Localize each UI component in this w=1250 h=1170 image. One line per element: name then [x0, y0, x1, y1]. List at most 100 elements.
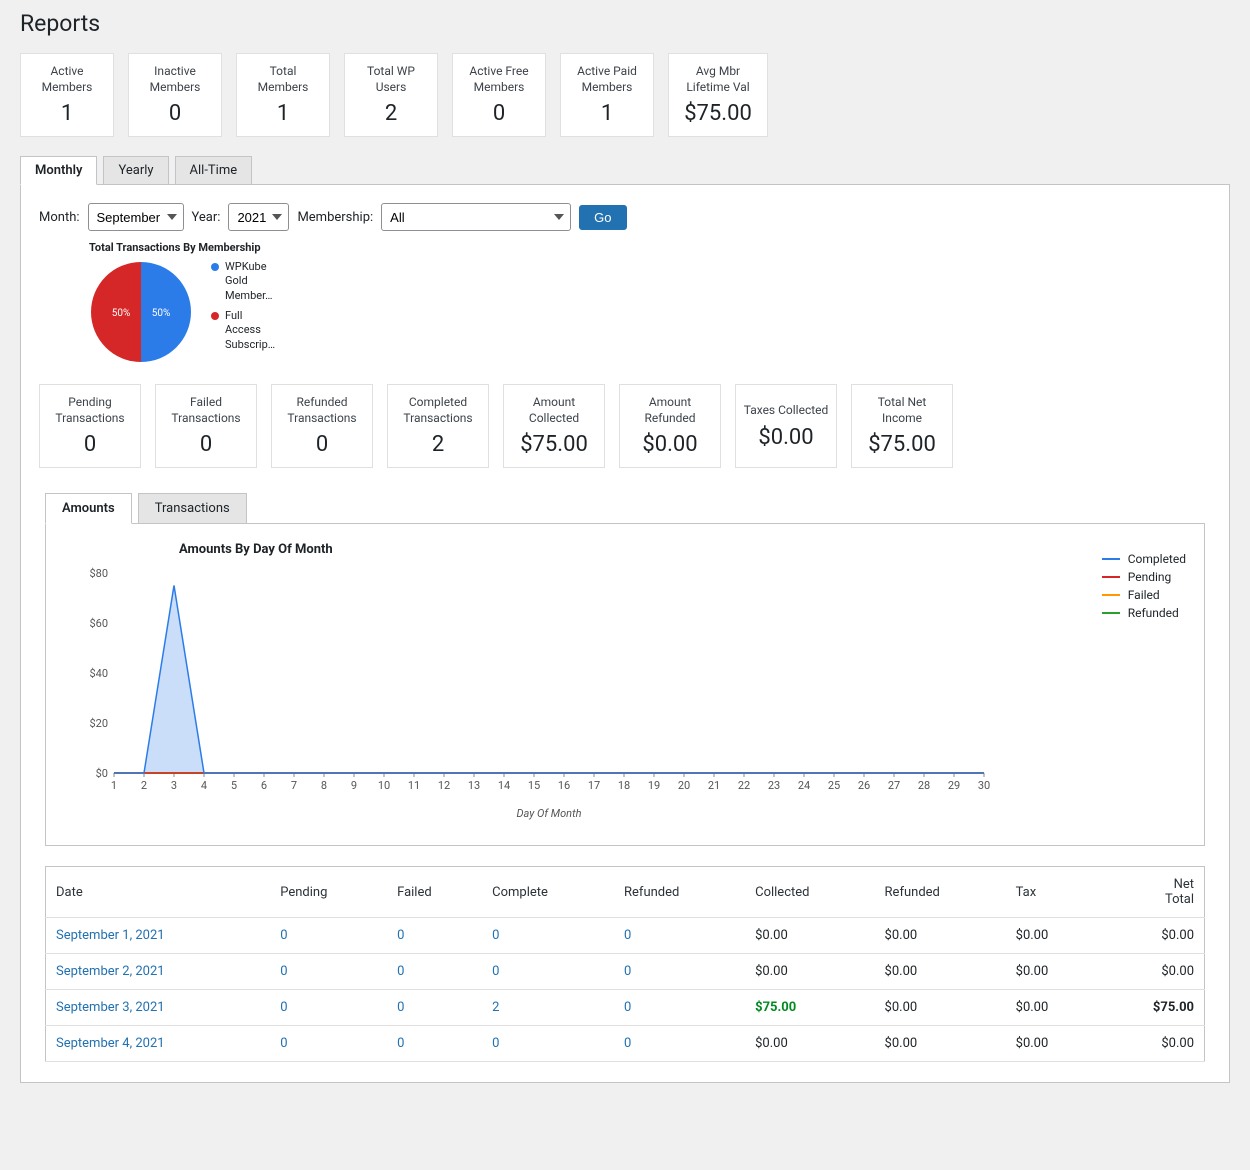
cell-net: $0.00 [1097, 918, 1204, 954]
table-row: September 2, 20210000$0.00$0.00$0.00$0.0… [46, 954, 1205, 990]
svg-text:30: 30 [978, 779, 990, 792]
table-header: Date [46, 867, 271, 918]
svg-text:14: 14 [498, 779, 510, 792]
svg-text:26: 26 [858, 779, 870, 792]
cell-collected: $0.00 [745, 1026, 874, 1062]
table-header: Failed [387, 867, 482, 918]
svg-text:1: 1 [111, 779, 117, 792]
svg-text:22: 22 [738, 779, 750, 792]
top-stats-row: Active Members 1 Inactive Members0Total Me… [20, 53, 1230, 137]
table-row: September 4, 20210000$0.00$0.00$0.00$0.0… [46, 1026, 1205, 1062]
table-row: September 1, 20210000$0.00$0.00$0.00$0.0… [46, 918, 1205, 954]
svg-text:$20: $20 [89, 717, 108, 730]
cell-collected: $0.00 [745, 954, 874, 990]
stat-card: Taxes Collected$0.00 [735, 384, 837, 468]
cell-tax: $0.00 [1006, 918, 1098, 954]
stat-label: Total WP Users [351, 64, 431, 95]
svg-text:7: 7 [291, 779, 297, 792]
legend-label: Pending [1128, 570, 1172, 584]
tab-monthly[interactable]: Monthly [20, 156, 97, 185]
table-header-row: DatePendingFailedCompleteRefundedCollect… [46, 867, 1205, 918]
svg-text:50%: 50% [152, 308, 171, 319]
year-select[interactable]: 2021 [228, 203, 289, 231]
legend-line-icon [1102, 558, 1120, 560]
svg-text:20: 20 [678, 779, 690, 792]
cell-pending[interactable]: 0 [270, 954, 387, 990]
stat-label: Refunded Transactions [278, 395, 366, 426]
svg-text:18: 18 [618, 779, 630, 792]
line-chart-title: Amounts By Day Of Month [179, 542, 1186, 557]
table-header: Complete [482, 867, 614, 918]
cell-date[interactable]: September 4, 2021 [46, 1026, 271, 1062]
svg-text:15: 15 [528, 779, 540, 792]
table-header: Tax [1006, 867, 1098, 918]
stat-card: Active Members 1 [20, 53, 114, 137]
stat-value: 1 [27, 101, 107, 126]
cell-complete[interactable]: 0 [482, 1026, 614, 1062]
cell-refunded-n[interactable]: 0 [614, 1026, 745, 1062]
stat-card: Inactive Members0 [128, 53, 222, 137]
legend-item: Failed [1102, 588, 1186, 602]
cell-net: $0.00 [1097, 1026, 1204, 1062]
svg-text:24: 24 [798, 779, 810, 792]
svg-text:$40: $40 [89, 667, 108, 680]
cell-failed[interactable]: 0 [387, 954, 482, 990]
cell-refunded-a: $0.00 [875, 954, 1006, 990]
cell-date[interactable]: September 3, 2021 [46, 990, 271, 1026]
legend-item: WPKubeGoldMember… [211, 260, 275, 303]
subtab-transactions[interactable]: Transactions [138, 493, 247, 524]
cell-refunded-n[interactable]: 0 [614, 918, 745, 954]
month-select[interactable]: September [88, 203, 184, 231]
cell-failed[interactable]: 0 [387, 990, 482, 1026]
stat-value: 0 [162, 432, 250, 457]
cell-complete[interactable]: 0 [482, 954, 614, 990]
cell-refunded-n[interactable]: 0 [614, 954, 745, 990]
legend-line-icon [1102, 594, 1120, 596]
tab-alltime[interactable]: All-Time [175, 156, 253, 185]
svg-text:10: 10 [378, 779, 390, 792]
stat-value: 0 [459, 101, 539, 126]
svg-text:Day Of Month: Day Of Month [517, 807, 582, 820]
cell-complete[interactable]: 0 [482, 918, 614, 954]
stat-value: 1 [243, 101, 323, 126]
svg-text:6: 6 [261, 779, 267, 792]
svg-text:19: 19 [648, 779, 660, 792]
go-button[interactable]: Go [579, 205, 626, 230]
stat-card: Total Members1 [236, 53, 330, 137]
svg-text:$60: $60 [89, 617, 108, 630]
stat-label: Active Members [27, 64, 107, 95]
monthly-panel: Month: September Year: 2021 Membership: … [20, 184, 1230, 1083]
cell-refunded-a: $0.00 [875, 1026, 1006, 1062]
cell-net: $0.00 [1097, 954, 1204, 990]
year-label: Year: [192, 210, 221, 225]
stat-label: Avg Mbr Lifetime Val [675, 64, 761, 95]
svg-text:5: 5 [231, 779, 237, 792]
svg-text:4: 4 [201, 779, 207, 792]
membership-select[interactable]: All [381, 203, 571, 231]
legend-label: FullAccessSubscrip… [225, 309, 275, 352]
cell-pending[interactable]: 0 [270, 990, 387, 1026]
stat-label: Completed Transactions [394, 395, 482, 426]
svg-text:23: 23 [768, 779, 780, 792]
table-header: Collected [745, 867, 874, 918]
line-chart-legend: CompletedPendingFailedRefunded [1102, 552, 1186, 624]
tab-yearly[interactable]: Yearly [103, 156, 168, 185]
cell-refunded-n[interactable]: 0 [614, 990, 745, 1026]
stat-card: Completed Transactions2 [387, 384, 489, 468]
stat-card: Avg Mbr Lifetime Val$75.00 [668, 53, 768, 137]
cell-pending[interactable]: 0 [270, 918, 387, 954]
cell-tax: $0.00 [1006, 1026, 1098, 1062]
cell-net: $75.00 [1097, 990, 1204, 1026]
stat-card: Total Net Income$75.00 [851, 384, 953, 468]
stat-value: $0.00 [626, 432, 714, 457]
cell-failed[interactable]: 0 [387, 918, 482, 954]
cell-date[interactable]: September 1, 2021 [46, 918, 271, 954]
cell-complete[interactable]: 2 [482, 990, 614, 1026]
cell-pending[interactable]: 0 [270, 1026, 387, 1062]
svg-text:27: 27 [888, 779, 900, 792]
subtab-amounts[interactable]: Amounts [45, 493, 132, 524]
cell-date[interactable]: September 2, 2021 [46, 954, 271, 990]
svg-text:2: 2 [141, 779, 147, 792]
stat-label: Pending Transactions [46, 395, 134, 426]
cell-failed[interactable]: 0 [387, 1026, 482, 1062]
